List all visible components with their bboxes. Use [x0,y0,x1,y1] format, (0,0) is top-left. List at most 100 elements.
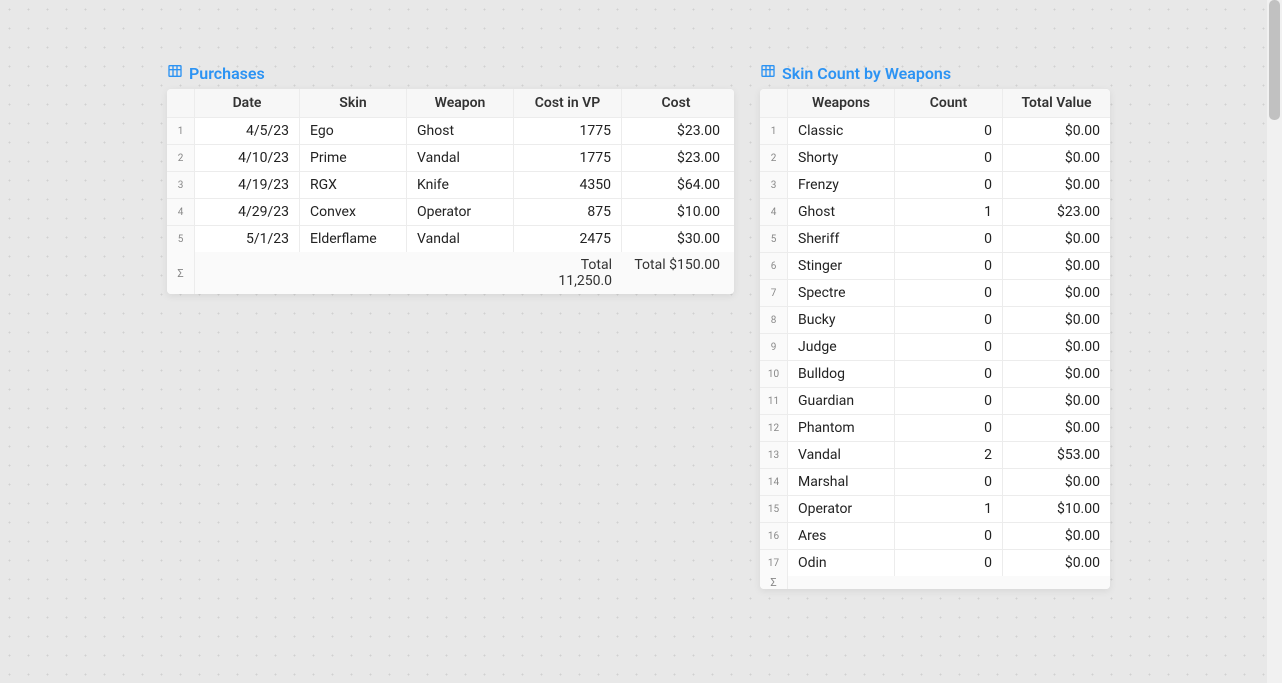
cell-count[interactable]: 0 [895,280,1003,306]
cell-value[interactable]: $0.00 [1003,415,1110,441]
cell-count[interactable]: 0 [895,145,1003,171]
cell-count[interactable]: 0 [895,523,1003,549]
cell-weapon[interactable]: Ghost [788,199,895,225]
table-row[interactable]: 17Odin0$0.00 [760,550,1110,576]
cell-count[interactable]: 0 [895,253,1003,279]
cell-weapon[interactable]: Ares [788,523,895,549]
cell-date[interactable]: 4/5/23 [195,118,300,144]
cell-count[interactable]: 1 [895,496,1003,522]
cell-value[interactable]: $23.00 [1003,199,1110,225]
cell-cost[interactable]: $23.00 [622,145,730,171]
purchases-title-bar[interactable]: Purchases [167,63,734,83]
cell-skin[interactable]: RGX [300,172,407,198]
cell-weapon[interactable]: Bulldog [788,361,895,387]
scrollbar-thumb[interactable] [1269,0,1280,120]
cell-value[interactable]: $0.00 [1003,469,1110,495]
cell-weapon[interactable]: Guardian [788,388,895,414]
cell-weapon[interactable]: Operator [407,199,514,225]
table-row[interactable]: 15Operator1$10.00 [760,496,1110,523]
cell-value[interactable]: $0.00 [1003,280,1110,306]
cell-count[interactable]: 0 [895,226,1003,252]
cell-weapon[interactable]: Marshal [788,469,895,495]
cell-cost[interactable]: $23.00 [622,118,730,144]
cell-value[interactable]: $0.00 [1003,172,1110,198]
cell-value[interactable]: $53.00 [1003,442,1110,468]
cell-weapon[interactable]: Odin [788,550,895,576]
cell-skin[interactable]: Elderflame [300,226,407,252]
table-row[interactable]: 14Marshal0$0.00 [760,469,1110,496]
col-header-cost[interactable]: Cost [622,89,730,117]
weapons-title-bar[interactable]: Skin Count by Weapons [760,63,1110,83]
cell-vp[interactable]: 875 [514,199,622,225]
cell-cost[interactable]: $30.00 [622,226,730,252]
cell-weapon[interactable]: Frenzy [788,172,895,198]
cell-date[interactable]: 4/19/23 [195,172,300,198]
col-header-weapon[interactable]: Weapon [407,89,514,117]
table-row[interactable]: 6Stinger0$0.00 [760,253,1110,280]
cell-vp[interactable]: 4350 [514,172,622,198]
cell-weapon[interactable]: Ghost [407,118,514,144]
cell-weapon[interactable]: Operator [788,496,895,522]
table-row[interactable]: 5Sheriff0$0.00 [760,226,1110,253]
col-header-date[interactable]: Date [195,89,300,117]
table-row[interactable]: 1Classic0$0.00 [760,118,1110,145]
table-row[interactable]: 24/10/23PrimeVandal1775$23.00 [167,145,734,172]
table-row[interactable]: 34/19/23RGXKnife4350$64.00 [167,172,734,199]
cell-count[interactable]: 0 [895,334,1003,360]
cell-count[interactable]: 0 [895,415,1003,441]
table-row[interactable]: 11Guardian0$0.00 [760,388,1110,415]
table-row[interactable]: 44/29/23ConvexOperator875$10.00 [167,199,734,226]
cell-weapon[interactable]: Spectre [788,280,895,306]
cell-date[interactable]: 5/1/23 [195,226,300,252]
cell-weapon[interactable]: Classic [788,118,895,144]
table-row[interactable]: 4Ghost1$23.00 [760,199,1110,226]
table-row[interactable]: 10Bulldog0$0.00 [760,361,1110,388]
table-row[interactable]: 13Vandal2$53.00 [760,442,1110,469]
cell-weapon[interactable]: Sheriff [788,226,895,252]
cell-vp[interactable]: 2475 [514,226,622,252]
table-row[interactable]: 7Spectre0$0.00 [760,280,1110,307]
cell-weapon[interactable]: Phantom [788,415,895,441]
cell-value[interactable]: $10.00 [1003,496,1110,522]
cell-value[interactable]: $0.00 [1003,523,1110,549]
table-row[interactable]: 14/5/23EgoGhost1775$23.00 [167,118,734,145]
cell-value[interactable]: $0.00 [1003,145,1110,171]
cell-skin[interactable]: Convex [300,199,407,225]
table-row[interactable]: 12Phantom0$0.00 [760,415,1110,442]
table-row[interactable]: 16Ares0$0.00 [760,523,1110,550]
cell-value[interactable]: $0.00 [1003,253,1110,279]
table-row[interactable]: 8Bucky0$0.00 [760,307,1110,334]
cell-vp[interactable]: 1775 [514,145,622,171]
col-header-value[interactable]: Total Value [1003,89,1110,117]
cell-weapon[interactable]: Judge [788,334,895,360]
table-row[interactable]: 3Frenzy0$0.00 [760,172,1110,199]
cell-weapon[interactable]: Knife [407,172,514,198]
cell-date[interactable]: 4/29/23 [195,199,300,225]
cell-weapon[interactable]: Stinger [788,253,895,279]
cell-value[interactable]: $0.00 [1003,550,1110,576]
col-header-weapon[interactable]: Weapons [788,89,895,117]
cell-value[interactable]: $0.00 [1003,118,1110,144]
cell-weapon[interactable]: Bucky [788,307,895,333]
cell-value[interactable]: $0.00 [1003,226,1110,252]
cell-weapon[interactable]: Vandal [788,442,895,468]
cell-count[interactable]: 0 [895,469,1003,495]
cell-value[interactable]: $0.00 [1003,307,1110,333]
cell-cost[interactable]: $64.00 [622,172,730,198]
cell-count[interactable]: 0 [895,550,1003,576]
vertical-scrollbar[interactable] [1267,0,1282,683]
table-row[interactable]: 55/1/23ElderflameVandal2475$30.00 [167,226,734,252]
cell-count[interactable]: 0 [895,118,1003,144]
col-header-vp[interactable]: Cost in VP [514,89,622,117]
cell-count[interactable]: 2 [895,442,1003,468]
cell-vp[interactable]: 1775 [514,118,622,144]
cell-skin[interactable]: Ego [300,118,407,144]
col-header-skin[interactable]: Skin [300,89,407,117]
table-row[interactable]: 2Shorty0$0.00 [760,145,1110,172]
table-row[interactable]: 9Judge0$0.00 [760,334,1110,361]
cell-count[interactable]: 0 [895,307,1003,333]
col-header-count[interactable]: Count [895,89,1003,117]
cell-value[interactable]: $0.00 [1003,334,1110,360]
cell-count[interactable]: 0 [895,388,1003,414]
cell-value[interactable]: $0.00 [1003,388,1110,414]
